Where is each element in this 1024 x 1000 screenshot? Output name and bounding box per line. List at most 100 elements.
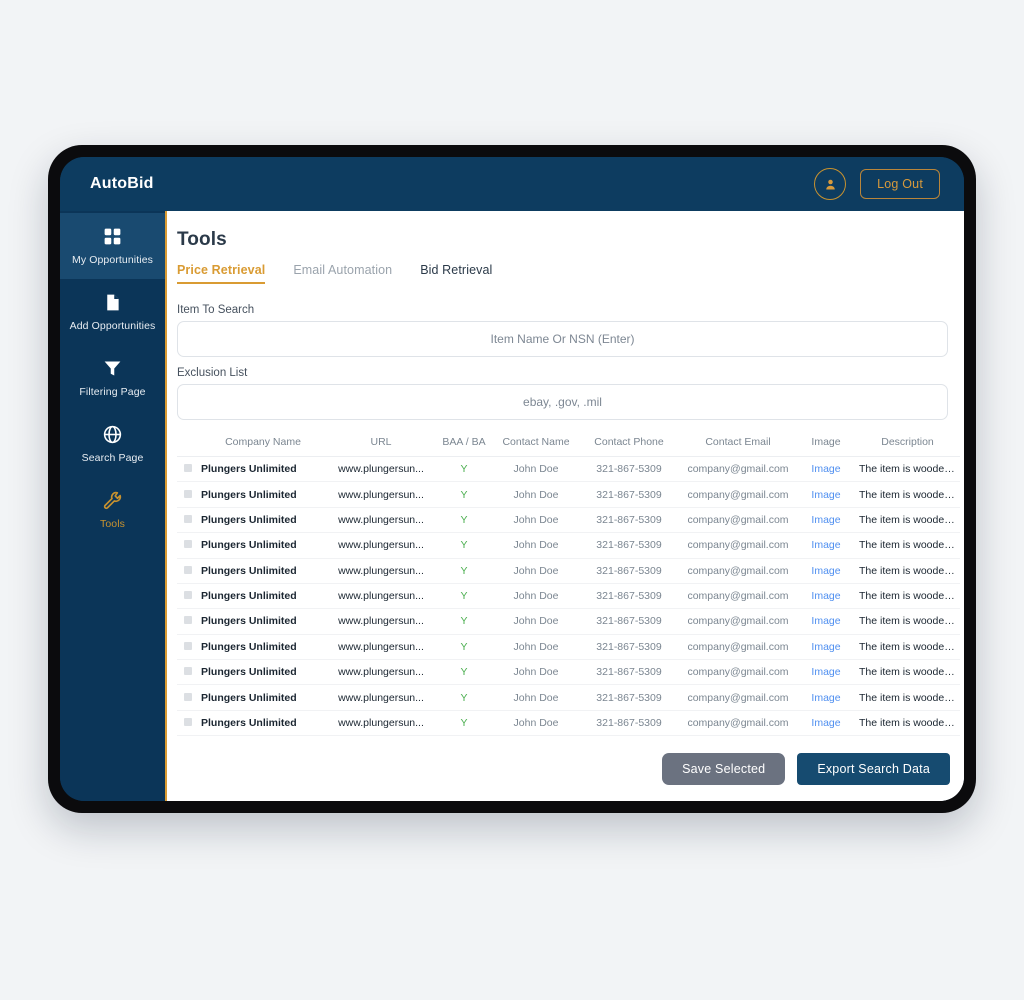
row-checkbox[interactable]: [184, 692, 192, 701]
table-row[interactable]: Plungers Unlimited www.plungersun... Y John…: [177, 684, 960, 711]
column-header-baa-ba[interactable]: BAA / BA: [435, 430, 493, 457]
sidebar-item-label: My Opportunities: [72, 254, 153, 266]
row-checkbox-cell[interactable]: [177, 507, 199, 534]
cell-company-name: Plungers Unlimited: [199, 684, 327, 711]
row-checkbox[interactable]: [184, 717, 192, 726]
row-checkbox[interactable]: [184, 540, 192, 549]
column-header-contact-name[interactable]: Contact Name: [493, 430, 579, 457]
table-row[interactable]: Plungers Unlimited www.plungersun... Y John…: [177, 507, 960, 534]
cell-image-link[interactable]: Image: [797, 558, 855, 584]
cell-description: The item is wooden and mea...: [855, 558, 960, 584]
cell-baa-ba: Y: [435, 456, 493, 483]
table-row[interactable]: Plungers Unlimited www.plungersun... Y John…: [177, 532, 960, 559]
row-checkbox-cell[interactable]: [177, 532, 199, 559]
row-checkbox[interactable]: [184, 667, 192, 676]
table-row[interactable]: Plungers Unlimited www.plungersun... Y John…: [177, 481, 960, 508]
row-checkbox[interactable]: [184, 464, 192, 473]
cell-contact-phone: 321-867-5309: [579, 481, 679, 508]
exclusion-list-input[interactable]: ebay, .gov, .mil: [177, 384, 948, 420]
avatar[interactable]: [814, 168, 847, 200]
row-checkbox[interactable]: [184, 641, 192, 650]
cell-image-link[interactable]: Image: [797, 634, 855, 661]
column-header-image[interactable]: Image: [797, 430, 855, 457]
row-checkbox-cell[interactable]: [177, 481, 199, 508]
sidebar-item-my-opportunities[interactable]: My Opportunities: [60, 213, 165, 279]
wrench-icon: [103, 491, 122, 510]
sidebar-item-tools[interactable]: Tools: [60, 477, 165, 543]
row-checkbox[interactable]: [184, 514, 192, 523]
cell-image-link[interactable]: Image: [797, 532, 855, 559]
table-row[interactable]: Plungers Unlimited www.plungersun... Y John…: [177, 456, 960, 483]
export-search-data-button[interactable]: Export Search Data: [797, 753, 950, 785]
cell-contact-name: John Doe: [493, 532, 579, 559]
cell-image-link[interactable]: Image: [797, 481, 855, 508]
table-row[interactable]: Plungers Unlimited www.plungersun... Y John…: [177, 710, 960, 737]
row-checkbox[interactable]: [184, 489, 192, 498]
cell-contact-name: John Doe: [493, 608, 579, 635]
column-header-description[interactable]: Description: [855, 430, 960, 457]
table-row[interactable]: Plungers Unlimited www.plungersun... Y John…: [177, 634, 960, 661]
sidebar-item-filtering-page[interactable]: Filtering Page: [60, 345, 165, 411]
row-checkbox-cell[interactable]: [177, 558, 199, 584]
cell-contact-name: John Doe: [493, 634, 579, 661]
tab-bar: Price Retrieval Email Automation Bid Ret…: [167, 251, 964, 284]
table-row[interactable]: Plungers Unlimited www.plungersun... Y John…: [177, 583, 960, 610]
sidebar-item-search-page[interactable]: Search Page: [60, 411, 165, 477]
row-checkbox-cell[interactable]: [177, 583, 199, 610]
cell-image-link[interactable]: Image: [797, 659, 855, 686]
tab-bid-retrieval[interactable]: Bid Retrieval: [420, 263, 492, 284]
cell-contact-phone: 321-867-5309: [579, 634, 679, 661]
logout-button[interactable]: Log Out: [860, 169, 940, 199]
row-checkbox[interactable]: [184, 565, 192, 574]
cell-company-name: Plungers Unlimited: [199, 710, 327, 737]
search-form: Item To Search Item Name Or NSN (Enter) …: [167, 284, 964, 420]
column-header-url[interactable]: URL: [327, 430, 435, 457]
cell-contact-name: John Doe: [493, 507, 579, 534]
sidebar-item-add-opportunities[interactable]: Add Opportunities: [60, 279, 165, 345]
column-header-contact-phone[interactable]: Contact Phone: [579, 430, 679, 457]
cell-contact-email: company@gmail.com: [679, 634, 797, 661]
brand-title: AutoBid: [90, 175, 154, 192]
cell-description: The item is wooden and mea...: [855, 481, 960, 508]
row-checkbox-cell[interactable]: [177, 456, 199, 483]
row-checkbox-cell[interactable]: [177, 684, 199, 711]
tab-email-automation[interactable]: Email Automation: [293, 263, 392, 284]
row-checkbox[interactable]: [184, 591, 192, 600]
table-body: Plungers Unlimited www.plungersun... Y John…: [177, 456, 960, 737]
header-actions: Log Out: [814, 168, 940, 200]
column-header-contact-email[interactable]: Contact Email: [679, 430, 797, 457]
device-frame: AutoBid Log Out My Opportunities Add Opp…: [48, 145, 976, 813]
cell-company-name: Plungers Unlimited: [199, 634, 327, 661]
tab-price-retrieval[interactable]: Price Retrieval: [177, 263, 266, 284]
cell-contact-email: company@gmail.com: [679, 684, 797, 711]
table-row[interactable]: Plungers Unlimited www.plungersun... Y John…: [177, 558, 960, 584]
cell-image-link[interactable]: Image: [797, 507, 855, 534]
cell-baa-ba: Y: [435, 583, 493, 610]
cell-baa-ba: Y: [435, 659, 493, 686]
cell-baa-ba: Y: [435, 558, 493, 584]
row-checkbox-cell[interactable]: [177, 634, 199, 661]
cell-image-link[interactable]: Image: [797, 583, 855, 610]
cell-contact-email: company@gmail.com: [679, 710, 797, 737]
results-table-wrapper: Company Name URL BAA / BA Contact Name C…: [167, 430, 964, 741]
cell-contact-phone: 321-867-5309: [579, 558, 679, 584]
row-checkbox-cell[interactable]: [177, 608, 199, 635]
cell-image-link[interactable]: Image: [797, 684, 855, 711]
cell-image-link[interactable]: Image: [797, 608, 855, 635]
row-checkbox-cell[interactable]: [177, 710, 199, 737]
table-row[interactable]: Plungers Unlimited www.plungersun... Y John…: [177, 608, 960, 635]
table-row[interactable]: Plungers Unlimited www.plungersun... Y John…: [177, 659, 960, 686]
cell-contact-name: John Doe: [493, 481, 579, 508]
save-selected-button[interactable]: Save Selected: [662, 753, 786, 785]
cell-baa-ba: Y: [435, 532, 493, 559]
row-checkbox-cell[interactable]: [177, 659, 199, 686]
item-to-search-input[interactable]: Item Name Or NSN (Enter): [177, 321, 948, 357]
cell-image-link[interactable]: Image: [797, 710, 855, 737]
cell-company-name: Plungers Unlimited: [199, 659, 327, 686]
column-header-company-name[interactable]: Company Name: [199, 430, 327, 457]
row-checkbox[interactable]: [184, 616, 192, 625]
cell-image-link[interactable]: Image: [797, 456, 855, 483]
cell-url: www.plungersun...: [327, 532, 435, 559]
cell-url: www.plungersun...: [327, 558, 435, 584]
cell-baa-ba: Y: [435, 608, 493, 635]
